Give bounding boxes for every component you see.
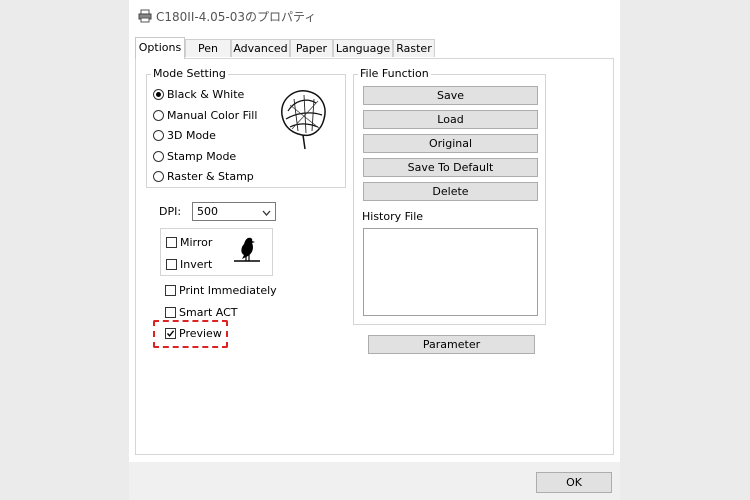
bird-icon xyxy=(234,237,260,262)
mirror-label: Mirror xyxy=(180,235,213,249)
radio-manual-color-fill[interactable]: Manual Color Fill xyxy=(153,107,257,123)
radio-button[interactable] xyxy=(153,88,164,100)
smart-act-label: Smart ACT xyxy=(179,305,238,319)
radio-label: Manual Color Fill xyxy=(167,108,258,122)
radio-button[interactable] xyxy=(153,129,164,141)
checkbox[interactable] xyxy=(165,306,176,318)
tab-advanced[interactable]: Advanced xyxy=(231,39,290,57)
chevron-down-icon xyxy=(262,207,271,220)
load-button[interactable]: Load xyxy=(363,110,538,129)
mode-preview-image xyxy=(281,90,326,150)
tab-paper[interactable]: Paper xyxy=(290,39,333,57)
mirror-invert-box: Mirror Invert xyxy=(160,228,273,276)
checkbox[interactable] xyxy=(166,236,177,248)
radio-label: 3D Mode xyxy=(167,128,216,142)
mode-setting-group: Mode Setting Black & White Manual Color … xyxy=(146,67,346,188)
preview-highlight xyxy=(153,320,228,348)
radio-black-white[interactable]: Black & White xyxy=(153,86,244,102)
radio-label: Stamp Mode xyxy=(167,149,237,163)
delete-button[interactable]: Delete xyxy=(363,182,538,201)
original-button[interactable]: Original xyxy=(363,134,538,153)
radio-label: Black & White xyxy=(167,87,245,101)
properties-dialog: C180II-4.05-03のプロパティ Options Pen Advance… xyxy=(129,0,620,500)
dialog-button-bar: OK xyxy=(129,462,620,500)
tab-raster[interactable]: Raster xyxy=(393,39,435,57)
printer-icon xyxy=(138,9,152,26)
save-button[interactable]: Save xyxy=(363,86,538,105)
dpi-select[interactable]: 500 xyxy=(192,202,276,221)
radio-button[interactable] xyxy=(153,150,164,162)
dpi-label: DPI: xyxy=(159,205,182,218)
history-file-list[interactable] xyxy=(363,228,538,316)
invert-checkbox[interactable]: Invert xyxy=(166,256,212,272)
print-immediately-label: Print Immediately xyxy=(179,283,277,297)
title-bar: C180II-4.05-03のプロパティ xyxy=(129,0,620,32)
radio-label: Raster & Stamp xyxy=(167,169,254,183)
mode-setting-label: Mode Setting xyxy=(151,67,228,80)
save-to-default-button[interactable]: Save To Default xyxy=(363,158,538,177)
radio-raster-stamp[interactable]: Raster & Stamp xyxy=(153,168,254,184)
radio-stamp-mode[interactable]: Stamp Mode xyxy=(153,148,236,164)
invert-label: Invert xyxy=(180,257,213,271)
radio-button[interactable] xyxy=(153,170,164,182)
radio-button[interactable] xyxy=(153,109,164,121)
radio-3d-mode[interactable]: 3D Mode xyxy=(153,127,216,143)
file-function-label: File Function xyxy=(358,67,431,80)
tab-language[interactable]: Language xyxy=(333,39,393,57)
mirror-checkbox[interactable]: Mirror xyxy=(166,234,212,250)
checkbox[interactable] xyxy=(165,284,176,296)
ok-button[interactable]: OK xyxy=(536,472,612,493)
tab-pen[interactable]: Pen xyxy=(185,39,231,57)
smart-act-checkbox[interactable]: Smart ACT xyxy=(165,304,238,320)
history-file-label: History File xyxy=(362,210,424,223)
parameter-button[interactable]: Parameter xyxy=(368,335,535,354)
file-function-group: File Function Save Load Original Save To… xyxy=(353,67,546,325)
window-title: C180II-4.05-03のプロパティ xyxy=(156,10,317,24)
tab-options[interactable]: Options xyxy=(135,37,185,59)
print-immediately-checkbox[interactable]: Print Immediately xyxy=(165,282,277,298)
dpi-value: 500 xyxy=(197,205,218,218)
checkbox[interactable] xyxy=(166,258,177,270)
